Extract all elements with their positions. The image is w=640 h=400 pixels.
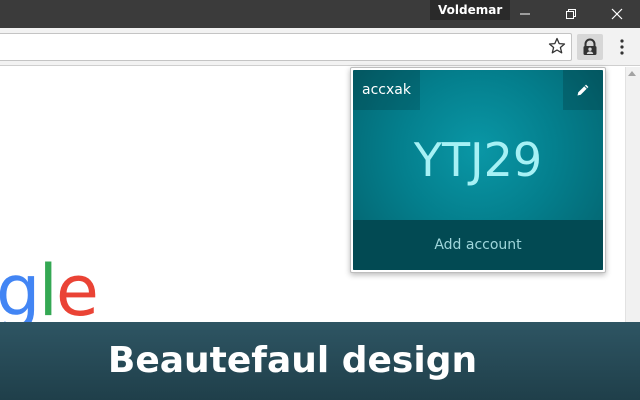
one-time-code[interactable]: YTJ29	[353, 132, 603, 188]
close-window-button[interactable]	[594, 0, 640, 28]
star-icon[interactable]	[548, 37, 566, 55]
kebab-menu-icon[interactable]	[614, 37, 630, 57]
scroll-up-arrow-icon[interactable]	[628, 71, 636, 76]
restore-icon	[566, 9, 576, 19]
logo-letter-g: g	[0, 250, 40, 332]
edit-button[interactable]	[563, 70, 603, 110]
logo-letter-l: l	[38, 250, 58, 332]
profile-name-badge[interactable]: Voldemar	[430, 0, 511, 20]
pencil-icon	[577, 84, 589, 96]
lock-user-icon	[583, 38, 597, 55]
authenticator-extension-button[interactable]	[577, 34, 603, 60]
banner-caption: Beautefaul design	[107, 340, 478, 381]
account-name-label[interactable]: accxak	[353, 70, 420, 110]
minimize-button[interactable]	[502, 0, 548, 28]
restore-button[interactable]	[548, 0, 594, 28]
account-card[interactable]: accxak YTJ29 Add account	[353, 70, 603, 270]
logo-letter-e: e	[55, 250, 99, 332]
address-bar[interactable]	[0, 33, 572, 61]
page-scrollbar[interactable]	[625, 67, 640, 327]
authenticator-popup: accxak YTJ29 Add account	[350, 67, 606, 273]
browser-toolbar	[0, 28, 640, 66]
close-icon	[611, 8, 623, 20]
title-bar: Voldemar	[0, 0, 640, 28]
promo-banner: Beautefaul design	[0, 322, 640, 400]
add-account-button[interactable]: Add account	[353, 220, 603, 270]
google-logo-fragment: gle	[0, 256, 99, 326]
minimize-icon	[520, 13, 530, 15]
